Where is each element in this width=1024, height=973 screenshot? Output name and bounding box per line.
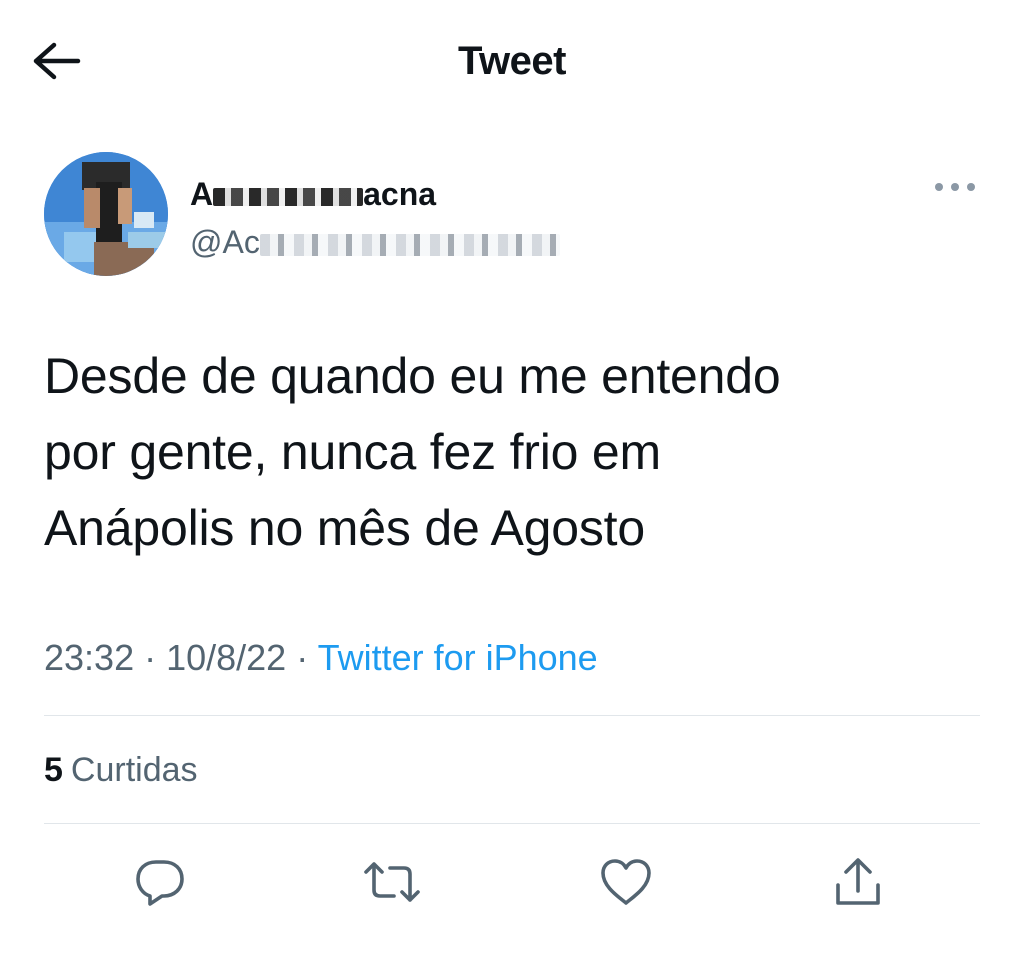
more-icon (933, 181, 977, 193)
likes-number: 5 (44, 751, 63, 789)
more-options-button[interactable] (930, 172, 980, 202)
likes-count[interactable]: 5 Curtidas (44, 750, 198, 790)
tweet-actions-bar (0, 850, 1024, 920)
retweet-icon (362, 856, 422, 908)
page-title: Tweet (458, 39, 566, 83)
meta-separator: · (134, 637, 167, 678)
share-icon (832, 855, 884, 909)
reply-button[interactable] (128, 850, 192, 914)
tweet-metadata: 23:32 · 10/8/22 · Twitter for iPhone (44, 636, 598, 680)
tweet-text-line: Anápolis no mês de Agosto (44, 500, 645, 556)
display-name[interactable]: Aacna (190, 176, 436, 212)
display-name-visible: A (190, 176, 214, 212)
tweet-text-line: por gente, nunca fez frio em (44, 424, 661, 480)
share-button[interactable] (826, 850, 890, 914)
meta-separator: · (286, 637, 318, 678)
likes-label: Curtidas (70, 751, 198, 789)
tweet-text: Desde de quando eu me entendo por gente,… (44, 338, 984, 566)
retweet-button[interactable] (360, 850, 424, 914)
reply-icon (134, 856, 186, 908)
user-handle-visible: @Ac (190, 224, 260, 260)
redacted-name (213, 187, 364, 206)
tweet-author: Aacna @Ac (44, 152, 984, 282)
heart-icon (599, 857, 653, 907)
tweet-date[interactable]: 10/8/22 (166, 637, 286, 678)
user-handle[interactable]: @Ac (190, 224, 560, 260)
redacted-handle (259, 233, 560, 256)
display-name-tail: acna (363, 176, 437, 212)
tweet-text-line: Desde de quando eu me entendo (44, 348, 781, 404)
user-avatar[interactable] (44, 152, 168, 276)
divider (44, 715, 980, 716)
divider (44, 823, 980, 824)
tweet-time[interactable]: 23:32 (44, 637, 134, 678)
tweet-source-link[interactable]: Twitter for iPhone (318, 637, 598, 678)
like-button[interactable] (594, 850, 658, 914)
top-bar: Tweet (0, 0, 1024, 120)
